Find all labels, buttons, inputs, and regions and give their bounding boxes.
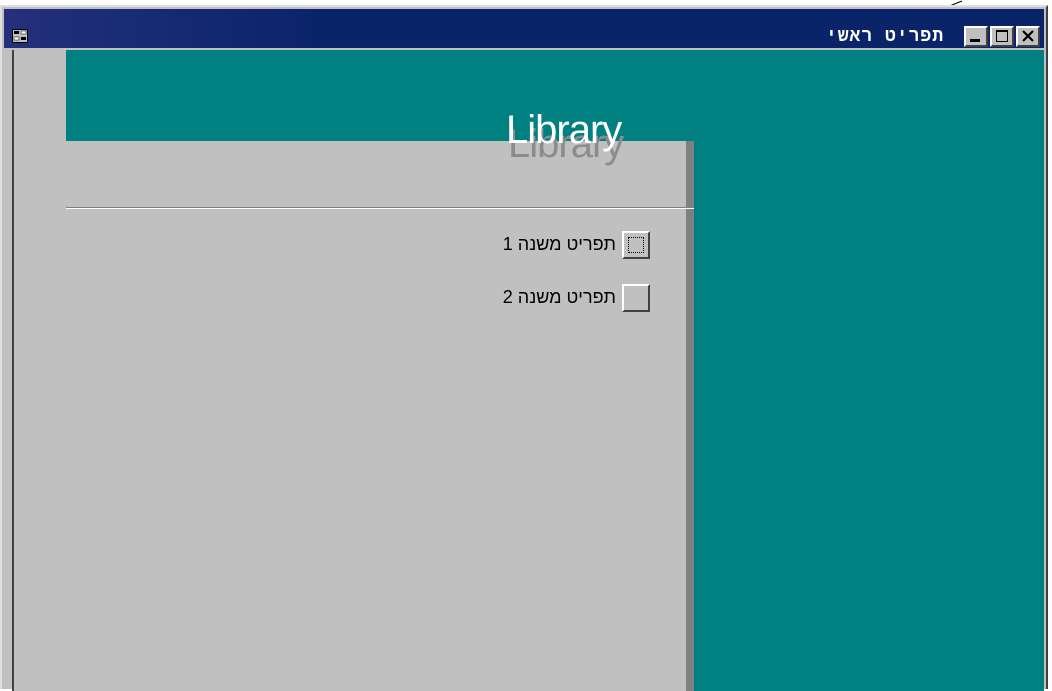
- minimize-button[interactable]: [964, 26, 988, 47]
- submenu-2-button[interactable]: [622, 284, 650, 312]
- window-title: תפריט ראשי: [825, 25, 944, 46]
- submenu-item-label: תפריט משנה 2: [502, 287, 616, 307]
- form-body: Library Library תפריט משנה 1 תפריט משנה …: [12, 50, 1044, 691]
- close-icon: [1022, 30, 1034, 42]
- submenu-item-1[interactable]: תפריט משנה 1: [434, 229, 684, 263]
- teal-panel-right: [694, 50, 1044, 691]
- maximize-icon: [996, 30, 1008, 42]
- separator-line: [66, 207, 694, 209]
- submenu-item-label: תפריט משנה 1: [502, 234, 616, 254]
- minimize-icon: [970, 39, 980, 42]
- library-heading: Library: [506, 108, 622, 152]
- form-icon[interactable]: [12, 29, 28, 43]
- submenu-item-2[interactable]: תפריט משנה 2: [434, 282, 684, 316]
- panel-shadow: [686, 141, 694, 691]
- maximize-button[interactable]: [990, 26, 1014, 47]
- access-form-window: תפריט ראשי Library Library תפריט משנה 1: [0, 5, 1048, 691]
- submenu-1-button[interactable]: [622, 231, 650, 259]
- close-button[interactable]: [1016, 26, 1040, 47]
- title-bar[interactable]: תפריט ראשי: [4, 9, 1044, 48]
